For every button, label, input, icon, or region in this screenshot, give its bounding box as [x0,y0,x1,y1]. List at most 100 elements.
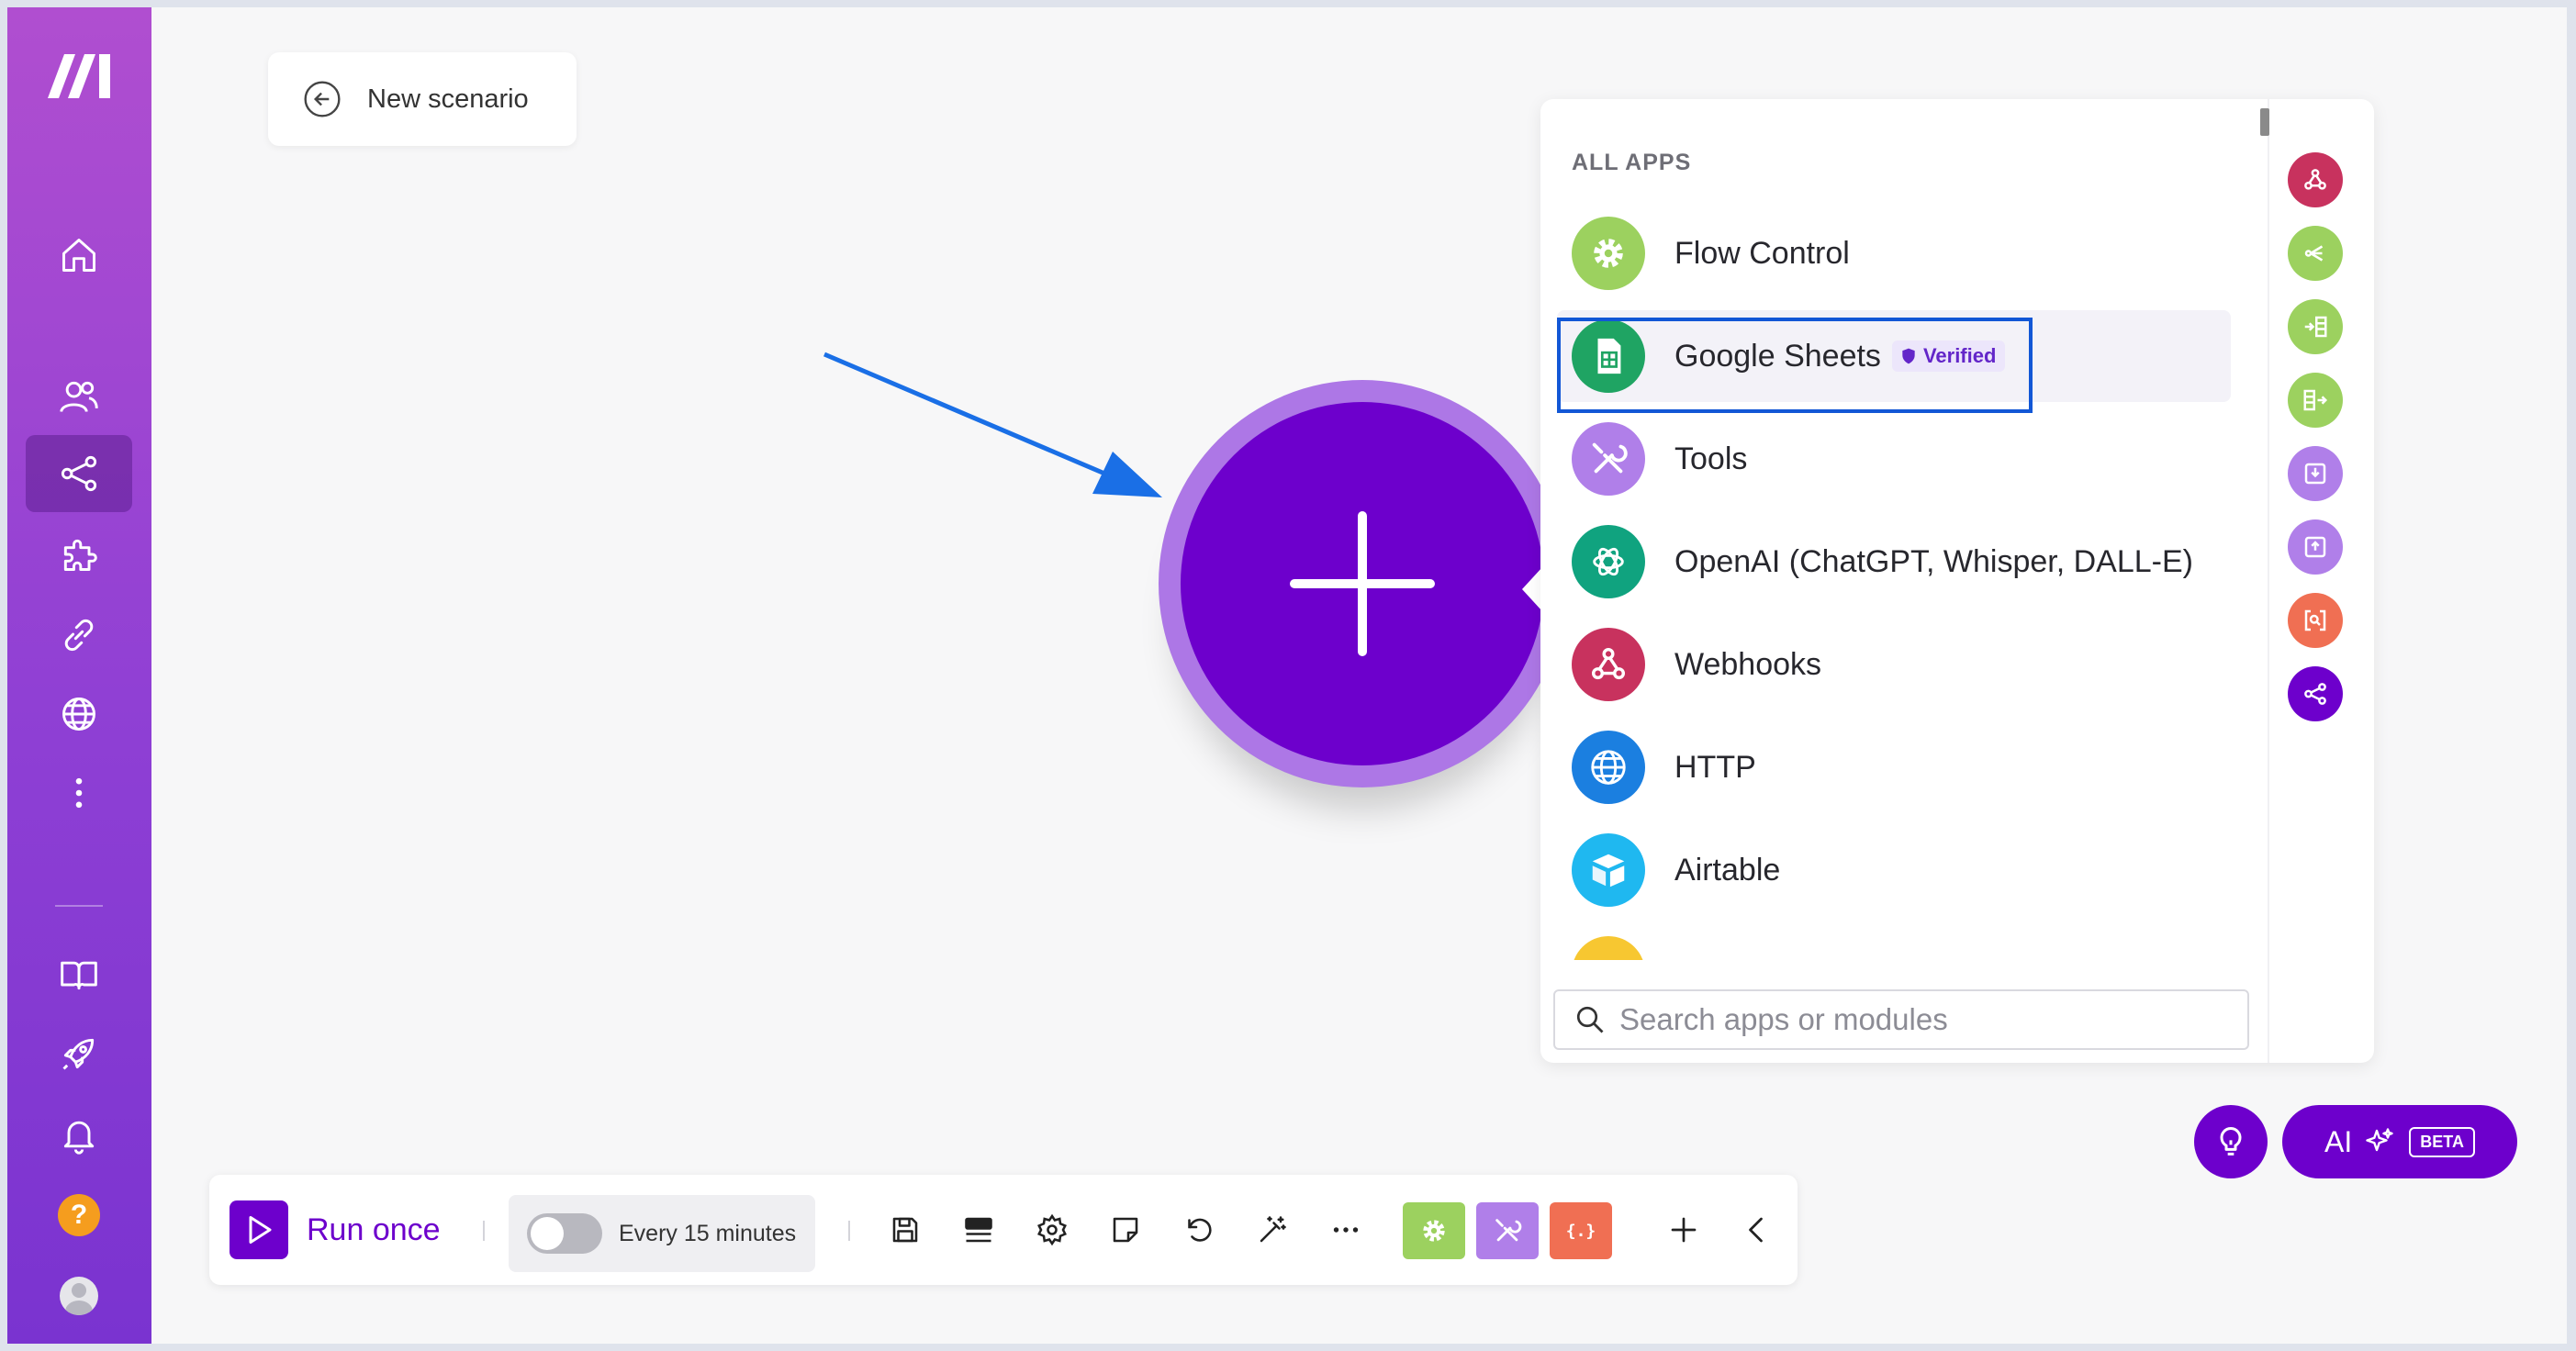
more-horizontal-icon [1333,1227,1359,1233]
rail-import-button[interactable] [2288,446,2343,501]
sidebar: ? [7,7,151,1344]
rail-aggregator-button[interactable] [2288,373,2343,428]
rail-router-button[interactable] [2288,226,2343,281]
app-list: Flow Control Google Sheets Verified Tool… [1540,207,2257,960]
list-item-flow-control[interactable]: Flow Control [1557,207,2231,299]
list-item-tools[interactable]: Tools [1557,413,2231,505]
chevron-left-icon [1749,1217,1763,1243]
scenario-toolbar: Run once Every 15 minutes {.} [209,1175,1798,1285]
text-parser-icon [2304,609,2326,631]
back-button[interactable] [301,78,343,120]
toolbar-divider [848,1221,850,1241]
scrollbar[interactable] [2260,108,2269,136]
sidebar-item-team[interactable] [26,358,132,435]
list-item-google-sheets[interactable]: Google Sheets Verified [1557,310,2231,402]
router-icon [2304,245,2324,262]
verified-badge: Verified [1891,341,2006,372]
make-logo-icon[interactable] [44,49,116,104]
collapse-button[interactable] [1735,1208,1779,1252]
link-icon [64,619,94,652]
list-item-http[interactable]: HTTP [1557,721,2231,813]
app-name: HTTP [1674,749,1756,785]
book-icon [61,961,97,990]
avatar [60,1277,98,1315]
sidebar-item-webhooks[interactable] [26,676,132,753]
settings-button[interactable] [1030,1208,1074,1252]
app-search [1553,989,2249,1050]
rail-share-button[interactable] [2288,666,2343,721]
sidebar-item-home[interactable] [26,217,132,294]
play-icon [230,1200,288,1259]
app-name: Flow Control [1674,235,1850,271]
app-picker-panel: ALL APPS Flow Control Google Sheets Veri… [1540,99,2374,1063]
notes-button[interactable] [1103,1208,1148,1252]
gear-icon [1572,217,1645,290]
hint-button[interactable] [2194,1105,2268,1178]
run-once-label: Run once [307,1211,441,1247]
share-nodes-icon [2304,683,2326,705]
tools-icon [1572,422,1645,496]
auto-align-button[interactable] [1250,1208,1294,1252]
scenario-title[interactable]: New scenario [367,84,529,115]
share-nodes-icon [61,455,97,492]
add-button[interactable] [1662,1208,1706,1252]
rail-iterator-button[interactable] [2288,299,2343,354]
iterator-icon [2304,316,2327,338]
rail-webhooks-button[interactable] [2288,152,2343,207]
flow-control-tile-button[interactable] [1403,1202,1465,1259]
list-item-webhooks[interactable]: Webhooks [1557,619,2231,710]
undo-button[interactable] [1177,1208,1221,1252]
tools-tile-button[interactable] [1476,1202,1539,1259]
airtable-icon [1572,833,1645,907]
picker-pointer [1522,567,1542,611]
webhook-icon [1572,628,1645,701]
rail-export-button[interactable] [2288,519,2343,575]
sidebar-item-notifications[interactable] [26,1096,132,1173]
help-icon: ? [58,1194,100,1236]
arrow-left-circle-icon [304,81,341,117]
webhook-icon [2304,169,2326,190]
sidebar-item-connections[interactable] [26,597,132,674]
annotation-arrow-icon [823,352,1162,497]
sidebar-divider [55,905,103,907]
sparkles-icon [2366,1128,2393,1152]
scheduling-button[interactable] [957,1208,1001,1252]
rail-text-parser-button[interactable] [2288,593,2343,648]
sidebar-item-docs[interactable] [26,936,132,1013]
list-item-google-drive[interactable] [1557,927,2231,960]
search-icon [1576,1006,1604,1033]
app-name: Airtable [1674,852,1781,888]
text-parser-tile-button[interactable]: {.} [1550,1202,1612,1259]
bell-icon [63,1121,95,1155]
globe-icon [1572,731,1645,804]
rail-divider [2268,99,2269,1063]
undo-icon [1188,1218,1212,1242]
search-input[interactable] [1618,1001,2227,1038]
sidebar-item-scenarios[interactable] [26,435,132,512]
app-name: Google Sheets [1674,338,1881,374]
sidebar-item-whats-new[interactable] [26,1015,132,1092]
schedule-toggle[interactable] [527,1213,602,1254]
openai-icon [1572,525,1645,598]
puzzle-icon [63,539,97,571]
beta-badge: BETA [2409,1126,2475,1157]
schedule-control[interactable]: Every 15 minutes [509,1195,815,1272]
export-icon [2304,536,2326,558]
sidebar-item-help[interactable]: ? [26,1177,132,1254]
sidebar-item-apps[interactable] [26,516,132,593]
run-once-button[interactable]: Run once [230,1200,441,1259]
add-module-button[interactable] [1181,402,1544,765]
list-item-airtable[interactable]: Airtable [1557,824,2231,916]
more-button[interactable] [1324,1208,1368,1252]
app-name: OpenAI (ChatGPT, Whisper, DALL-E) [1674,543,2193,579]
scenario-header: New scenario [268,52,577,146]
sidebar-item-profile[interactable] [26,1257,132,1334]
globe-icon [62,698,95,731]
shield-icon [1902,348,1915,364]
sidebar-item-more[interactable] [26,754,132,832]
import-icon [2304,463,2326,485]
save-button[interactable] [883,1208,927,1252]
ai-assistant-button[interactable]: AI BETA [2282,1105,2517,1178]
list-item-openai[interactable]: OpenAI (ChatGPT, Whisper, DALL-E) [1557,516,2231,608]
ai-label: AI [2324,1124,2353,1158]
